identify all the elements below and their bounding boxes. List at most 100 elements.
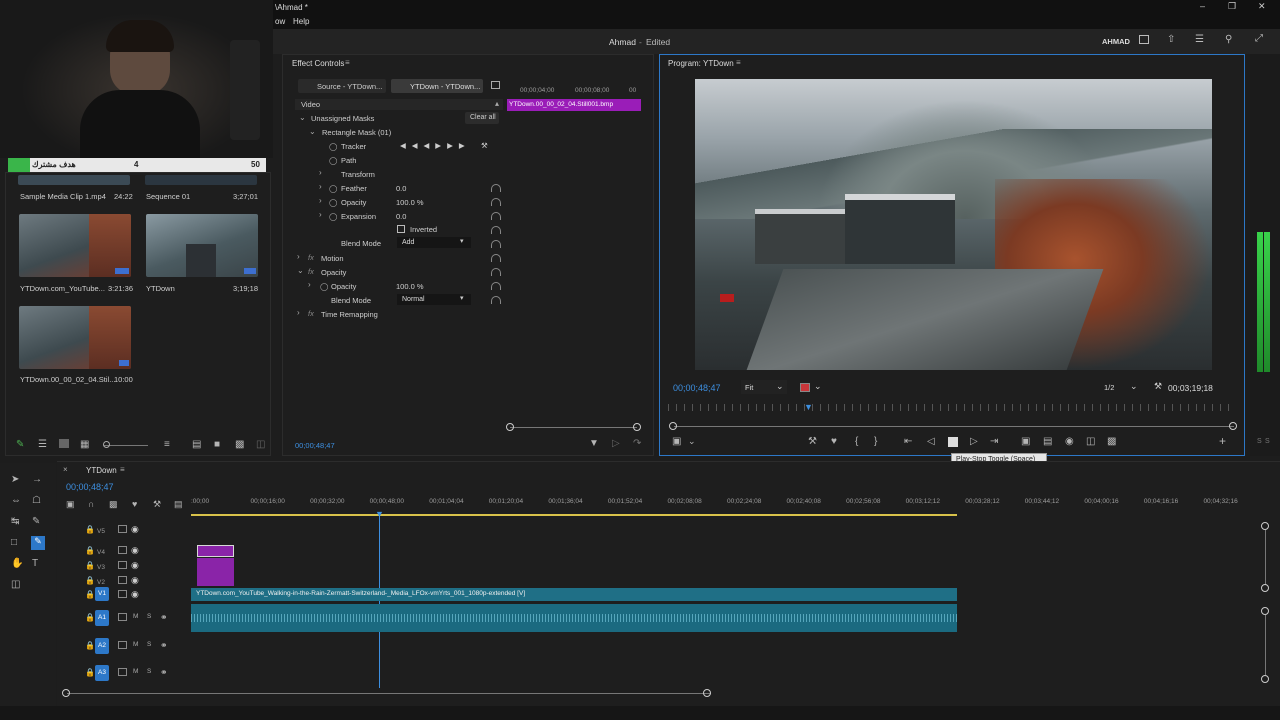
blend-mode-select[interactable]: Add ▾ <box>397 237 471 248</box>
camera-icon[interactable]: ◉ <box>1065 437 1074 447</box>
panel-menu-icon[interactable]: ≡ <box>736 58 741 67</box>
pen-icon[interactable]: ✎ <box>32 517 40 527</box>
text-tool-icon[interactable]: T <box>32 559 38 569</box>
feather-value[interactable]: 0.0 <box>396 184 406 193</box>
lock-icon[interactable]: 🔒 <box>85 668 95 677</box>
step-back-icon[interactable]: ◁ <box>927 437 935 447</box>
chevron-right-icon[interactable]: › <box>319 182 322 191</box>
project-item-name[interactable]: YTDown <box>146 284 175 293</box>
mute-toggle[interactable]: M <box>133 641 138 648</box>
scroll-handle[interactable] <box>633 423 641 431</box>
solo-toggle[interactable]: S <box>147 641 151 648</box>
zoom-handle[interactable] <box>62 689 70 697</box>
still-clip-bar[interactable]: YTDown.00_00_02_04.Still001.bmp <box>507 99 641 111</box>
work-area-bar[interactable] <box>191 514 957 516</box>
sort-icon[interactable]: ≡ <box>164 440 170 450</box>
resolution-select[interactable]: 1/2 ⌄ <box>1100 380 1140 394</box>
export-icon[interactable]: ↷ <box>633 439 641 449</box>
still-thumbnail[interactable] <box>19 306 131 369</box>
zoom-slider-handle[interactable] <box>103 441 110 448</box>
scroll-handle[interactable] <box>1261 607 1269 615</box>
close-tab-icon[interactable]: × <box>63 465 68 474</box>
chevron-right-icon[interactable]: › <box>319 210 322 219</box>
add-marker-icon[interactable]: ♥ <box>132 499 137 509</box>
mute-toggle[interactable]: M <box>133 668 138 675</box>
zoom-slider[interactable] <box>104 445 148 446</box>
tracker-controls[interactable]: ◀◀◀▶▶▶ <box>400 141 471 150</box>
purple-clip[interactable] <box>197 545 234 557</box>
reset-icon[interactable] <box>491 184 501 192</box>
list-view-icon[interactable]: ☰ <box>38 440 47 450</box>
scroll-handle[interactable] <box>506 423 514 431</box>
slip-tool-icon[interactable]: ↹ <box>11 517 19 527</box>
program-ruler[interactable] <box>668 404 1236 411</box>
scroll-handle[interactable] <box>1261 522 1269 530</box>
menu-item-window[interactable]: ow <box>275 17 285 26</box>
mute-toggle[interactable]: M <box>133 613 138 620</box>
solo-toggle[interactable]: S <box>147 668 151 675</box>
chevron-right-icon[interactable]: › <box>319 168 322 177</box>
wrench-icon[interactable]: ⚒ <box>481 141 488 150</box>
stopwatch-icon[interactable]: ◯ <box>329 184 337 193</box>
fit-select[interactable]: Fit ⌄ <box>741 380 787 394</box>
lock-icon[interactable]: 🔒 <box>85 525 95 534</box>
microphone-icon[interactable]: ⚭ <box>160 667 168 678</box>
rectangle-tool-icon[interactable]: □ <box>11 538 17 548</box>
chevron-right-icon[interactable]: › <box>319 196 322 205</box>
lift-icon[interactable]: ⚒ <box>808 437 817 447</box>
reset-icon[interactable] <box>491 282 501 290</box>
panel-menu-icon[interactable]: ≡ <box>345 58 350 67</box>
a-scrollbar[interactable] <box>1265 615 1266 675</box>
ec-scrollbar[interactable] <box>510 427 637 428</box>
audio-track-header[interactable]: 🔒 A1 M S ⚭ <box>83 610 183 626</box>
project-item-name[interactable]: YTDown.com_YouTube... <box>20 284 105 293</box>
fx-icon[interactable]: fx <box>308 253 314 262</box>
search-icon[interactable]: ⚲ <box>1225 34 1232 45</box>
comparison-icon[interactable]: ◫ <box>1086 437 1095 447</box>
scroll-handle[interactable] <box>1261 675 1269 683</box>
expansion-value[interactable]: 0.0 <box>396 212 406 221</box>
multicam-icon[interactable]: ▩ <box>1107 437 1116 447</box>
lock-icon[interactable]: 🔒 <box>85 613 95 622</box>
share-icon[interactable]: ⇧ <box>1167 34 1175 45</box>
lock-icon[interactable]: 🔒 <box>85 546 95 555</box>
new-bin-icon[interactable]: ■ <box>214 440 220 450</box>
solo-right[interactable]: S <box>1265 438 1270 445</box>
close-icon[interactable]: ✕ <box>1258 1 1266 12</box>
program-zoom-bar[interactable] <box>674 426 1234 427</box>
play-stop-button[interactable] <box>948 437 958 447</box>
step-forward-icon[interactable]: ▷ <box>970 437 978 447</box>
add-button-icon[interactable]: + <box>1219 435 1226 447</box>
reset-icon[interactable] <box>491 254 501 262</box>
source-dropdown[interactable]: Source - YTDown... <box>298 79 386 93</box>
opacity-value[interactable]: 100.0 % <box>396 282 424 291</box>
go-to-in-icon[interactable]: ⇤ <box>904 437 912 447</box>
zoom-handle[interactable] <box>669 422 677 430</box>
overwrite-icon[interactable]: ▤ <box>1043 437 1052 447</box>
sync-lock-icon[interactable] <box>118 613 127 621</box>
ec-timecode[interactable]: 00;00;48;47 <box>295 441 335 450</box>
project-item-name[interactable]: Sample Media Clip 1.mp4 <box>20 192 106 201</box>
reset-icon[interactable] <box>491 198 501 206</box>
video-clip-v1[interactable]: YTDown.com_YouTube_Walking-in-the-Rain-Z… <box>191 588 957 601</box>
tab-effect-controls[interactable]: Effect Controls <box>292 59 344 68</box>
purple-clip[interactable] <box>197 558 234 586</box>
panel-menu-icon[interactable]: ≡ <box>120 465 125 474</box>
sequence-thumbnail[interactable] <box>146 214 258 277</box>
sync-lock-icon[interactable] <box>118 641 127 649</box>
inverted-checkbox[interactable] <box>397 225 405 233</box>
audio-clip-a1[interactable] <box>191 604 957 632</box>
expand-icon[interactable]: ⤢ <box>1255 33 1263 44</box>
lock-icon[interactable]: 🔒 <box>85 590 95 599</box>
reset-icon[interactable] <box>491 226 501 234</box>
menu-item-help[interactable]: Help <box>293 17 309 26</box>
scroll-handle[interactable] <box>1261 584 1269 592</box>
video-track-header[interactable]: 🔒 V4 ◉ <box>83 545 183 557</box>
reset-icon[interactable] <box>491 296 501 304</box>
project-item-name[interactable]: YTDown.00_00_02_04.Stil... <box>20 375 115 384</box>
play-audio-icon[interactable]: ▷ <box>612 439 620 449</box>
pencil-icon[interactable]: ✎ <box>16 440 24 450</box>
freeform-view-icon[interactable]: ▦ <box>80 440 89 450</box>
v-scrollbar[interactable] <box>1265 530 1266 585</box>
captions-icon[interactable]: ▤ <box>174 499 183 509</box>
